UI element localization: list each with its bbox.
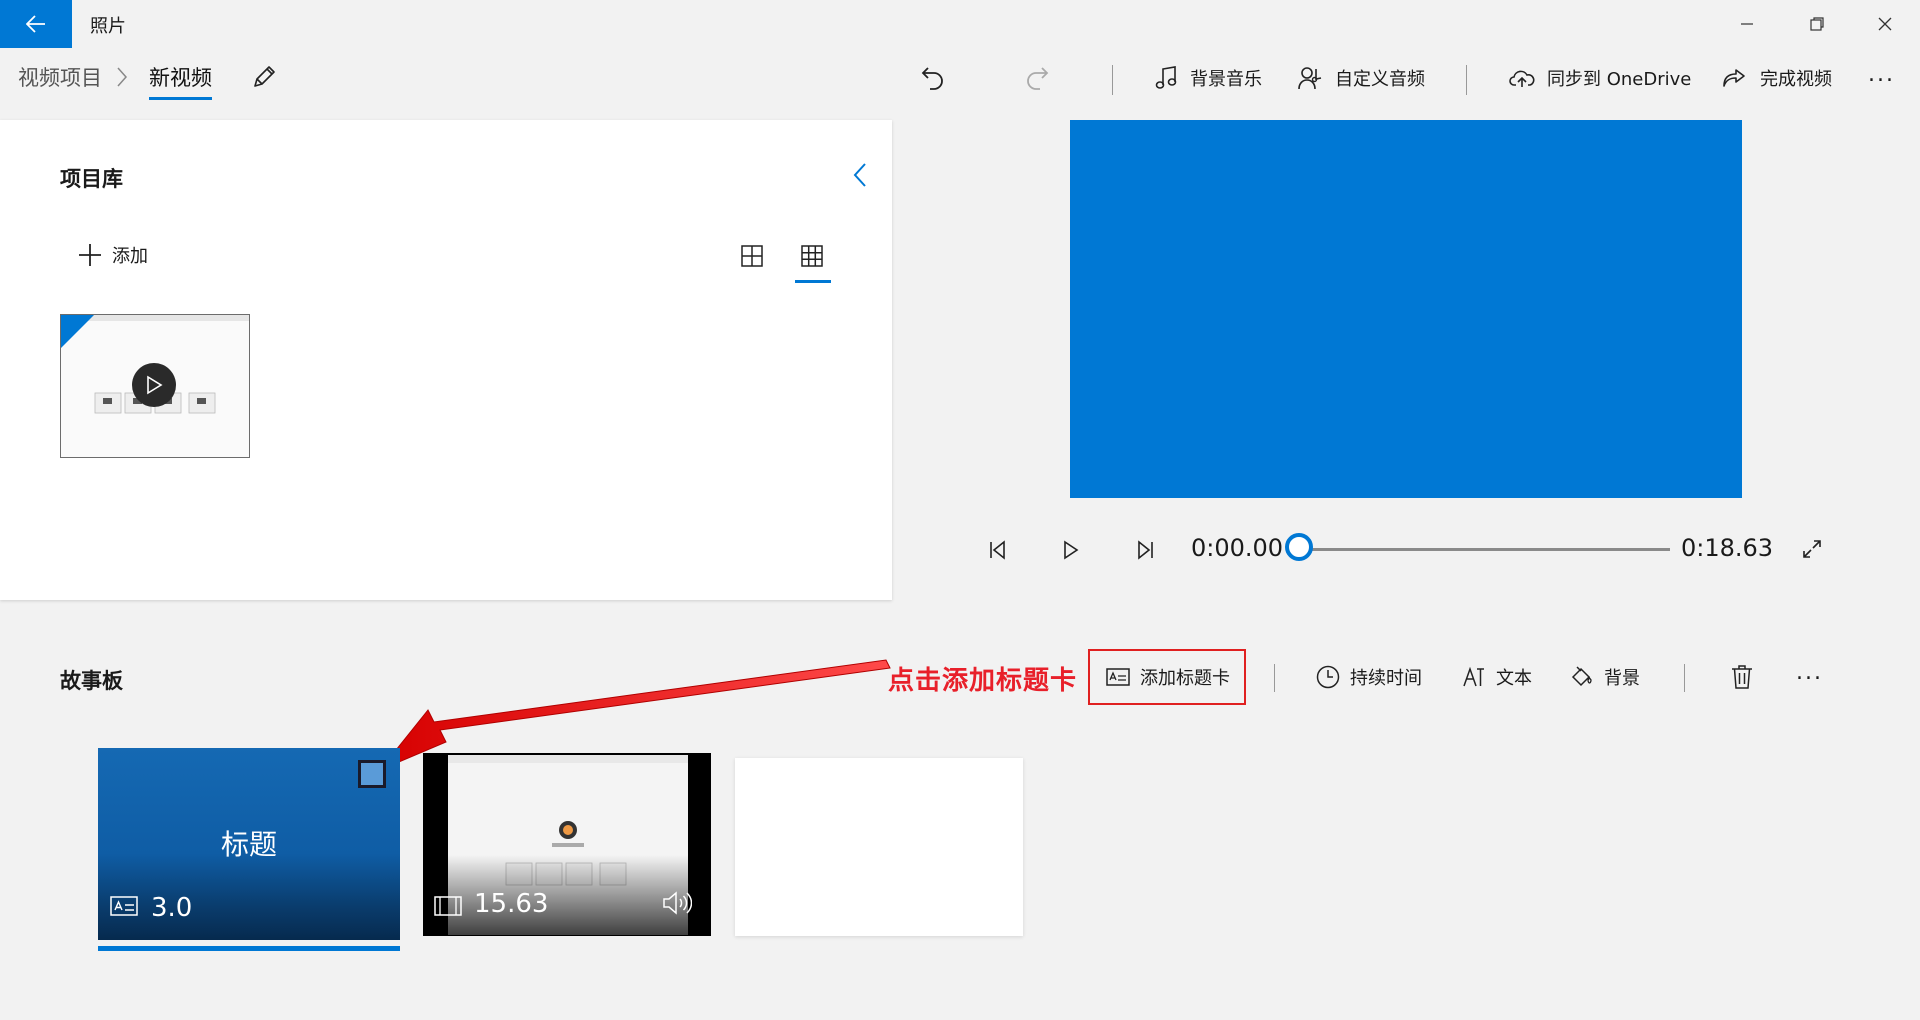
clock-icon (1316, 665, 1340, 689)
small-grid-view-icon[interactable] (801, 245, 823, 267)
delete-trash-icon[interactable] (1731, 664, 1753, 690)
title-card-icon (1106, 668, 1130, 686)
clip-select-checkbox[interactable] (358, 760, 386, 788)
seek-track[interactable] (1302, 548, 1670, 551)
cloud-upload-icon (1509, 67, 1535, 89)
minimize-icon (1740, 17, 1754, 31)
library-title: 项目库 (60, 167, 123, 191)
title-card-duration: 3.0 (151, 893, 193, 923)
selected-clip-indicator (98, 946, 400, 951)
seek-slider-thumb[interactable] (1285, 533, 1313, 561)
title-card-text: 标题 (220, 828, 277, 861)
finish-video-label: 完成视频 (1760, 69, 1832, 90)
sync-onedrive-label: 同步到 OneDrive (1547, 69, 1692, 90)
app-title: 照片 (90, 16, 126, 37)
custom-audio-label: 自定义音频 (1335, 69, 1425, 90)
custom-audio-button[interactable]: 自定义音频 (1297, 60, 1425, 96)
text-icon (1462, 666, 1486, 688)
toolbar-separator (1112, 65, 1113, 95)
undo-button[interactable] (920, 64, 946, 92)
title-card-icon (110, 896, 138, 916)
toolbar-separator (1466, 65, 1467, 95)
background-music-button[interactable]: 背景音乐 (1154, 60, 1262, 96)
annotation-callout: 点击添加标题卡 (888, 666, 1078, 696)
music-note-icon (1154, 65, 1178, 91)
duration-button[interactable]: 持续时间 (1316, 659, 1422, 695)
breadcrumb-current-video: 新视频 (149, 66, 212, 90)
current-time: 0:00.00 (1191, 534, 1284, 562)
text-button[interactable]: 文本 (1462, 659, 1532, 695)
minimize-button[interactable] (1712, 0, 1782, 48)
chevron-right-icon (116, 66, 128, 88)
total-time: 0:18.63 (1681, 534, 1774, 562)
add-media-button[interactable]: 添加 (78, 242, 148, 268)
duration-label: 持续时间 (1350, 668, 1422, 689)
restore-button[interactable] (1782, 0, 1852, 48)
play-button[interactable] (1062, 540, 1080, 560)
storyboard-title: 故事板 (60, 669, 123, 693)
finish-video-button[interactable]: 完成视频 (1722, 60, 1832, 96)
collapse-chevron-icon[interactable] (852, 162, 868, 188)
redo-button[interactable] (1024, 64, 1050, 92)
volume-icon[interactable] (662, 890, 692, 916)
plus-icon (78, 243, 102, 267)
background-button[interactable]: 背景 (1570, 659, 1640, 695)
close-button[interactable] (1850, 0, 1920, 48)
breadcrumb-underline (149, 97, 212, 100)
empty-clip-slot[interactable] (735, 758, 1023, 936)
previous-frame-button[interactable] (988, 540, 1010, 560)
paint-bucket-icon (1570, 665, 1594, 689)
restore-icon (1809, 16, 1825, 32)
view-selected-indicator (795, 280, 831, 283)
add-label: 添加 (112, 246, 148, 267)
rename-pencil-icon[interactable] (250, 63, 278, 91)
next-frame-button[interactable] (1133, 540, 1155, 560)
breadcrumb-video-projects[interactable]: 视频项目 (18, 62, 102, 92)
back-arrow-icon (26, 15, 46, 33)
play-icon (145, 375, 163, 395)
close-icon (1877, 16, 1893, 32)
add-title-card-label: 添加标题卡 (1140, 668, 1230, 689)
video-preview (1070, 120, 1742, 498)
person-audio-icon (1297, 65, 1323, 91)
storyboard-more-button[interactable]: ... (1796, 660, 1823, 685)
background-label: 背景 (1604, 668, 1640, 689)
fullscreen-expand-button[interactable] (1801, 538, 1823, 560)
film-strip-icon (434, 896, 462, 916)
storyboard-separator (1274, 664, 1275, 692)
thumbnail-play-button[interactable] (132, 363, 176, 407)
toolbar-more-button[interactable]: ... (1868, 62, 1895, 87)
share-export-icon (1722, 66, 1748, 90)
add-title-card-button[interactable]: 添加标题卡 (1106, 659, 1230, 695)
storyboard-separator (1684, 664, 1685, 692)
large-grid-view-icon[interactable] (741, 245, 763, 267)
video-clip-duration: 15.63 (474, 889, 549, 919)
back-button[interactable] (0, 0, 72, 48)
text-label: 文本 (1496, 668, 1532, 689)
sync-onedrive-button[interactable]: 同步到 OneDrive (1509, 60, 1691, 96)
background-music-label: 背景音乐 (1190, 69, 1262, 90)
